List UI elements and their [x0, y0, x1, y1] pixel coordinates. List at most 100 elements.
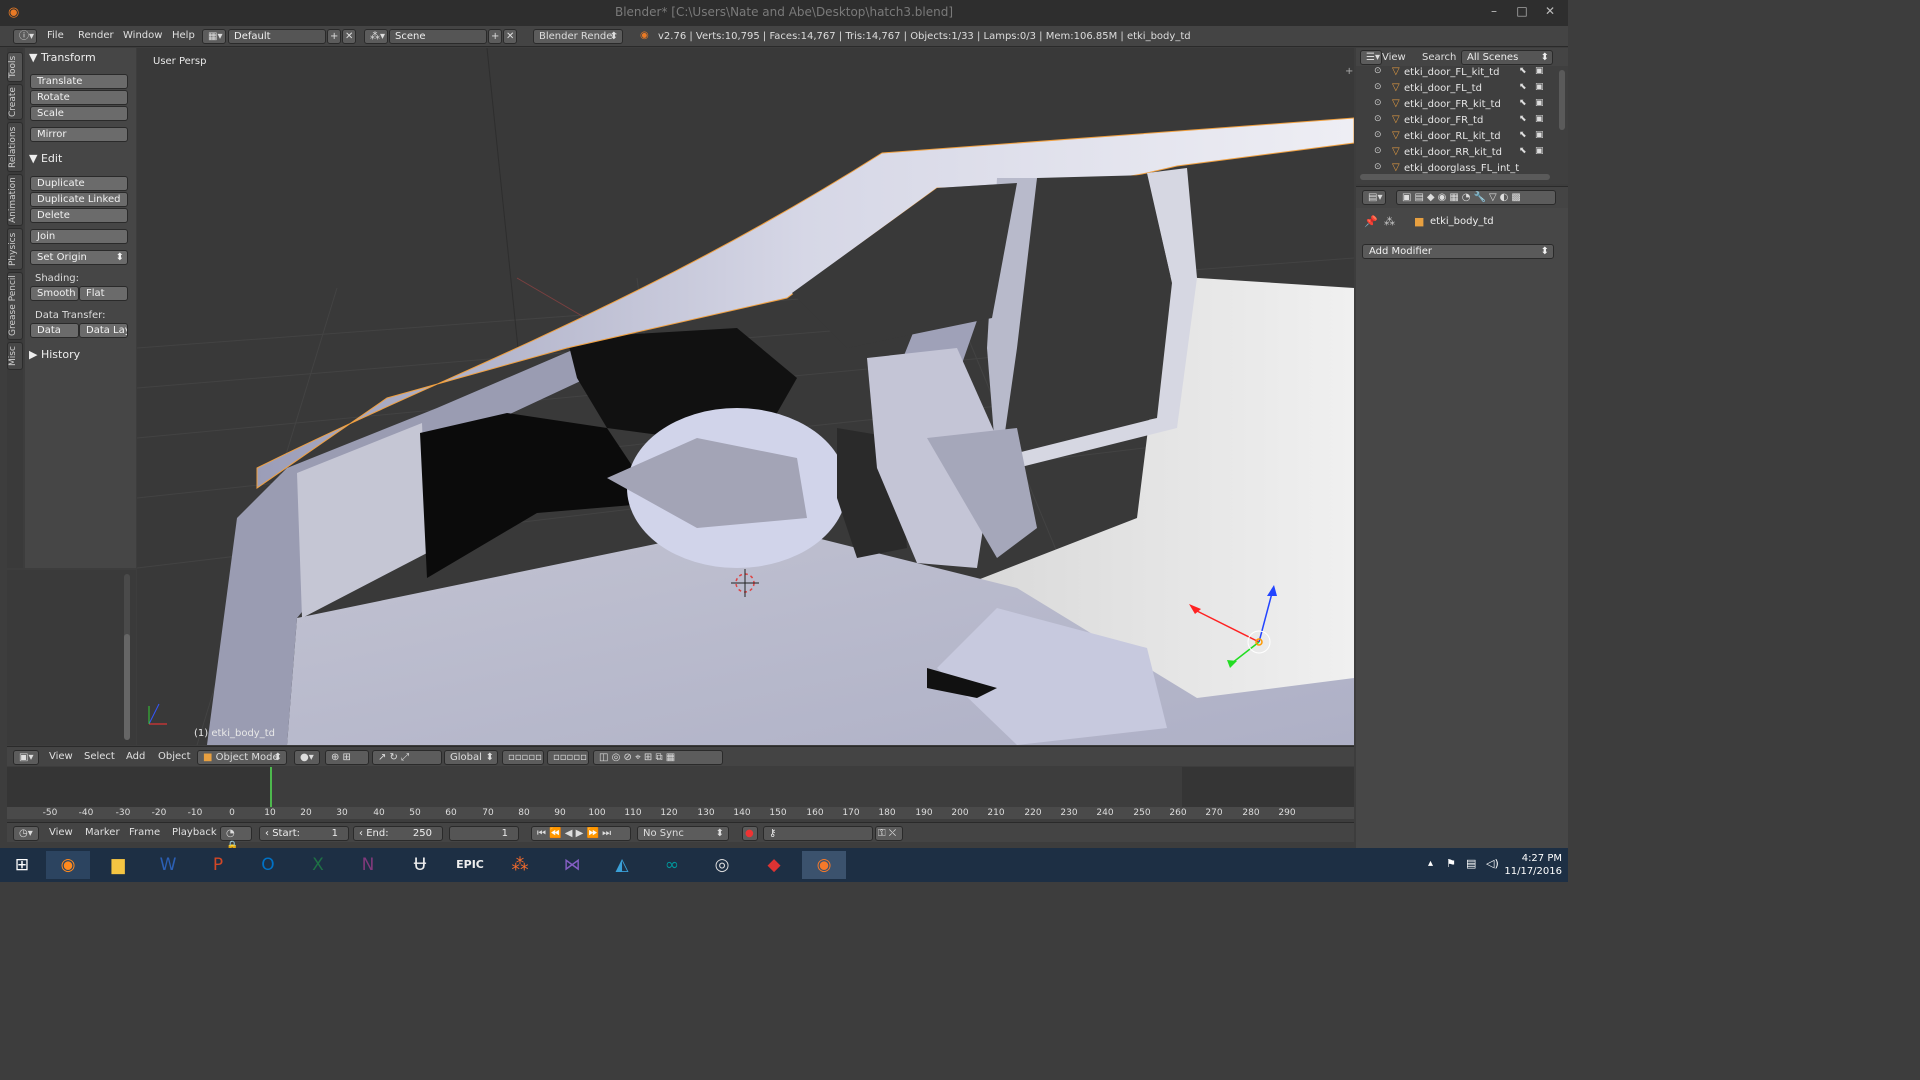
select-cursor-icon[interactable]: ⬉ — [1519, 114, 1527, 124]
scene-browse-icon[interactable]: ⁂▾ — [364, 29, 388, 44]
menu-file[interactable]: File — [47, 30, 64, 41]
editor-type-outliner-icon[interactable]: ☰▾ — [1360, 50, 1382, 65]
outliner-row[interactable]: ⊙ ▽ etki_door_FR_td ⬉ ▣ — [1356, 114, 1558, 130]
eye-icon[interactable]: ⊙ — [1374, 162, 1382, 172]
select-cursor-icon[interactable]: ⬉ — [1519, 130, 1527, 140]
layer-buttons-2[interactable]: ▫▫▫▫▫ — [547, 750, 589, 765]
editor-type-timeline-icon[interactable]: ◷▾ — [13, 826, 39, 841]
editor-type-properties-icon[interactable]: ▤▾ — [1362, 190, 1386, 205]
tray-flag-icon[interactable]: ⚑ — [1446, 857, 1456, 870]
layout-name-field[interactable]: Default — [228, 29, 326, 44]
set-origin-dropdown[interactable]: Set Origin ⬍ — [30, 250, 128, 265]
join-button[interactable]: Join — [30, 229, 128, 244]
mode-dropdown[interactable]: ■ Object Mode ⬍ — [197, 750, 287, 765]
data-layout-button[interactable]: Data Layo — [79, 323, 128, 338]
powerpoint-icon[interactable]: P — [196, 851, 240, 879]
tab-grease-pencil[interactable]: Grease Pencil — [7, 272, 23, 340]
select-cursor-icon[interactable]: ⬉ — [1519, 82, 1527, 92]
edit-panel-header[interactable]: ▼ Edit — [29, 152, 62, 165]
vivaldi-icon[interactable]: ◆ — [752, 851, 796, 879]
properties-context-tabs[interactable]: ▣▤◆◉▦◔🔧▽◐▩ — [1396, 190, 1556, 205]
file-explorer-icon[interactable]: ▆ — [96, 851, 140, 879]
timeline-menu-marker[interactable]: Marker — [85, 827, 120, 838]
layer-buttons[interactable]: ▫▫▫▫▫ — [502, 750, 544, 765]
snap-and-render-icons[interactable]: ◫ ◎ ⊘ ⌖ ⊞ ⧉ ▦ — [593, 750, 723, 765]
remove-scene-icon[interactable]: ✕ — [503, 29, 517, 44]
outliner-menu-view[interactable]: View — [1382, 52, 1406, 63]
end-frame-field[interactable]: ‹ End: 250 — [353, 826, 443, 841]
word-icon[interactable]: W — [146, 851, 190, 879]
tab-relations[interactable]: Relations — [7, 122, 23, 172]
eye-icon[interactable]: ⊙ — [1374, 130, 1382, 140]
epic-games-icon[interactable]: EPIC — [448, 851, 492, 879]
taskbar-clock[interactable]: 4:27 PM 11/17/2016 — [1504, 852, 1562, 878]
orientation-dropdown[interactable]: Global ⬍ — [444, 750, 498, 765]
render-camera-icon[interactable]: ▣ — [1535, 98, 1544, 108]
outliner-row[interactable]: ⊙ ▽ etki_door_FR_kit_td ⬉ ▣ — [1356, 98, 1558, 114]
unity-icon[interactable]: ◭ — [600, 851, 644, 879]
render-camera-icon[interactable]: ▣ — [1535, 146, 1544, 156]
select-cursor-icon[interactable]: ⬉ — [1519, 146, 1527, 156]
timeline[interactable]: -50 -40 -30 -20 -10 0 10 20 30 40 50 60 … — [7, 767, 1354, 820]
duplicate-linked-button[interactable]: Duplicate Linked — [30, 192, 128, 207]
tab-tools[interactable]: Tools — [7, 52, 23, 82]
keying-set-field[interactable]: ⚷ — [763, 826, 873, 841]
viewport-plus-icon[interactable]: + — [1345, 66, 1353, 77]
steam-icon[interactable]: ◎ — [700, 851, 744, 879]
transform-panel-header[interactable]: ▼ Transform — [29, 51, 96, 64]
outlook-icon[interactable]: O — [246, 851, 290, 879]
keyframe-insert-icons[interactable]: ⚿ ⛌ — [875, 826, 903, 841]
pivot-icons[interactable]: ⊕ ⊞ — [325, 750, 369, 765]
add-scene-icon[interactable]: + — [488, 29, 502, 44]
playback-controls-icons[interactable]: ⏮ ⏪ ◀ ▶ ⏩ ⏭ — [531, 826, 631, 841]
eye-icon[interactable]: ⊙ — [1374, 66, 1382, 76]
tool-shelf-scroll-thumb[interactable] — [124, 634, 130, 740]
sync-dropdown[interactable]: No Sync ⬍ — [637, 826, 729, 841]
layout-browse-icon[interactable]: ▦▾ — [202, 29, 226, 44]
excel-icon[interactable]: X — [296, 851, 340, 879]
3d-viewport[interactable]: + User Persp (1) etki_body_td — [137, 48, 1354, 745]
flat-shading-button[interactable]: Flat — [79, 286, 128, 301]
eye-icon[interactable]: ⊙ — [1374, 114, 1382, 124]
render-camera-icon[interactable]: ▣ — [1535, 82, 1544, 92]
eye-icon[interactable]: ⊙ — [1374, 82, 1382, 92]
eye-icon[interactable]: ⊙ — [1374, 146, 1382, 156]
remove-layout-icon[interactable]: ✕ — [342, 29, 356, 44]
tab-animation[interactable]: Animation — [7, 174, 23, 226]
tab-physics[interactable]: Physics — [7, 228, 23, 270]
tray-network-icon[interactable]: ▤ — [1466, 857, 1476, 870]
outliner-row[interactable]: ⊙ ▽ etki_door_FL_kit_td ⬉ ▣ — [1356, 66, 1558, 82]
outliner-row[interactable]: ⊙ ▽ etki_door_RR_kit_td ⬉ ▣ — [1356, 146, 1558, 162]
manipulator-icons[interactable]: ↗ ↻ ⤢ — [372, 750, 442, 765]
onenote-icon[interactable]: N — [346, 851, 390, 879]
delete-button[interactable]: Delete — [30, 208, 128, 223]
render-camera-icon[interactable]: ▣ — [1535, 66, 1544, 76]
editor-type-info-icon[interactable]: ⓘ▾ — [13, 29, 37, 44]
translate-button[interactable]: Translate — [30, 74, 128, 89]
scene-name-field[interactable]: Scene — [389, 29, 487, 44]
tab-misc[interactable]: Misc — [7, 342, 23, 370]
outliner-menu-search[interactable]: Search — [1422, 52, 1456, 63]
outliner-row[interactable]: ⊙ ▽ etki_door_RL_kit_td ⬉ ▣ — [1356, 130, 1558, 146]
visual-studio-icon[interactable]: ⋈ — [550, 851, 594, 879]
rotate-button[interactable]: Rotate — [30, 90, 128, 105]
unreal-engine-icon[interactable]: Ʉ — [398, 851, 442, 879]
menu-select[interactable]: Select — [84, 751, 115, 762]
record-icon[interactable]: ● — [742, 826, 758, 841]
render-camera-icon[interactable]: ▣ — [1535, 130, 1544, 140]
outliner-row[interactable]: ⊙ ▽ etki_door_FL_td ⬉ ▣ — [1356, 82, 1558, 98]
close-button[interactable]: ✕ — [1536, 2, 1564, 22]
maximize-button[interactable]: □ — [1508, 2, 1536, 22]
blender-taskbar-icon[interactable]: ◉ — [802, 851, 846, 879]
tray-arrow-icon[interactable]: ▴ — [1428, 858, 1433, 869]
outliner-v-scrollbar[interactable] — [1559, 70, 1565, 130]
menu-add[interactable]: Add — [126, 751, 145, 762]
current-frame-field[interactable]: 1 — [449, 826, 519, 841]
tray-volume-icon[interactable]: ◁) — [1486, 857, 1499, 870]
timeline-menu-playback[interactable]: Playback — [172, 827, 217, 838]
history-panel-header[interactable]: ▶ History — [29, 348, 80, 361]
timeline-menu-frame[interactable]: Frame — [129, 827, 160, 838]
mirror-button[interactable]: Mirror — [30, 127, 128, 142]
firefox-icon[interactable]: ◉ — [46, 851, 90, 879]
viewport-shading-icon[interactable]: ●▾ — [294, 750, 320, 765]
